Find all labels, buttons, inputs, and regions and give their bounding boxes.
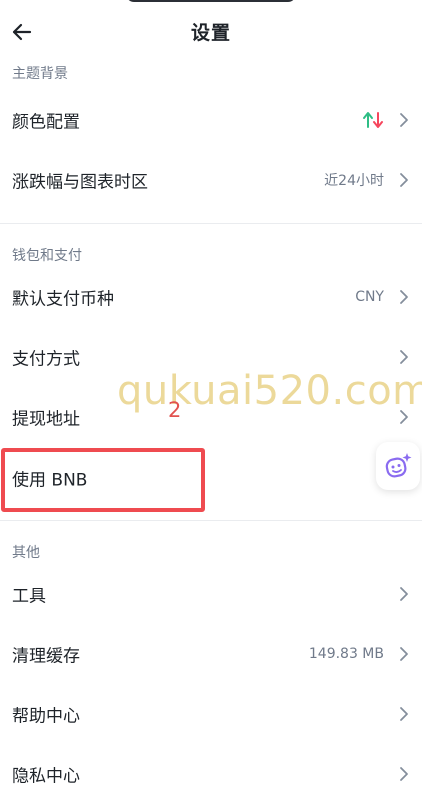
chevron-right-icon — [400, 173, 408, 187]
section-title-wallet: 钱包和支付 — [12, 248, 82, 264]
up-down-arrows-icon — [363, 112, 383, 128]
highlight-box — [1, 448, 205, 512]
chevron-right-icon — [400, 113, 408, 127]
settings-item-default-currency[interactable]: 默认支付币种 CNY — [0, 267, 422, 327]
settings-item-label: 工具 — [12, 586, 46, 607]
chevron-right-icon — [400, 767, 408, 781]
settings-item-label: 帮助中心 — [12, 706, 80, 727]
divider — [0, 223, 422, 224]
settings-item-tools[interactable]: 工具 — [0, 564, 422, 624]
settings-item-chart-timezone[interactable]: 涨跌幅与图表时区 近24小时 — [0, 150, 422, 210]
settings-item-label: 颜色配置 — [12, 112, 80, 133]
divider — [0, 520, 422, 521]
ai-assistant-icon — [385, 453, 412, 478]
settings-item-label: 提现地址 — [12, 409, 80, 430]
chevron-right-icon — [400, 290, 408, 304]
settings-item-label: 支付方式 — [12, 349, 80, 370]
settings-item-clear-cache[interactable]: 清理缓存 149.83 MB — [0, 624, 422, 684]
chevron-right-icon — [400, 587, 408, 601]
section-title-theme: 主题背景 — [12, 66, 68, 82]
step-number: 2 — [168, 398, 182, 422]
settings-item-value: 149.83 MB — [308, 646, 384, 662]
chevron-right-icon — [400, 350, 408, 364]
settings-item-color-config[interactable]: 颜色配置 — [0, 90, 422, 150]
watermark-text: qukuai520.com — [117, 368, 422, 414]
settings-item-privacy-center[interactable]: 隐私中心 — [0, 744, 422, 804]
settings-item-label: 隐私中心 — [12, 766, 80, 787]
section-title-other: 其他 — [12, 545, 40, 561]
settings-item-label: 涨跌幅与图表时区 — [12, 172, 148, 193]
header: 设置 — [0, 0, 422, 64]
page-title: 设置 — [190, 22, 231, 44]
settings-item-label: 清理缓存 — [12, 646, 80, 667]
settings-item-value: 近24小时 — [324, 173, 384, 189]
settings-item-label: 默认支付币种 — [12, 289, 114, 310]
settings-item-help-center[interactable]: 帮助中心 — [0, 684, 422, 744]
chevron-right-icon — [400, 707, 408, 721]
ai-assistant-button[interactable] — [376, 442, 420, 490]
chevron-right-icon — [400, 647, 408, 661]
settings-item-value: CNY — [355, 289, 384, 305]
